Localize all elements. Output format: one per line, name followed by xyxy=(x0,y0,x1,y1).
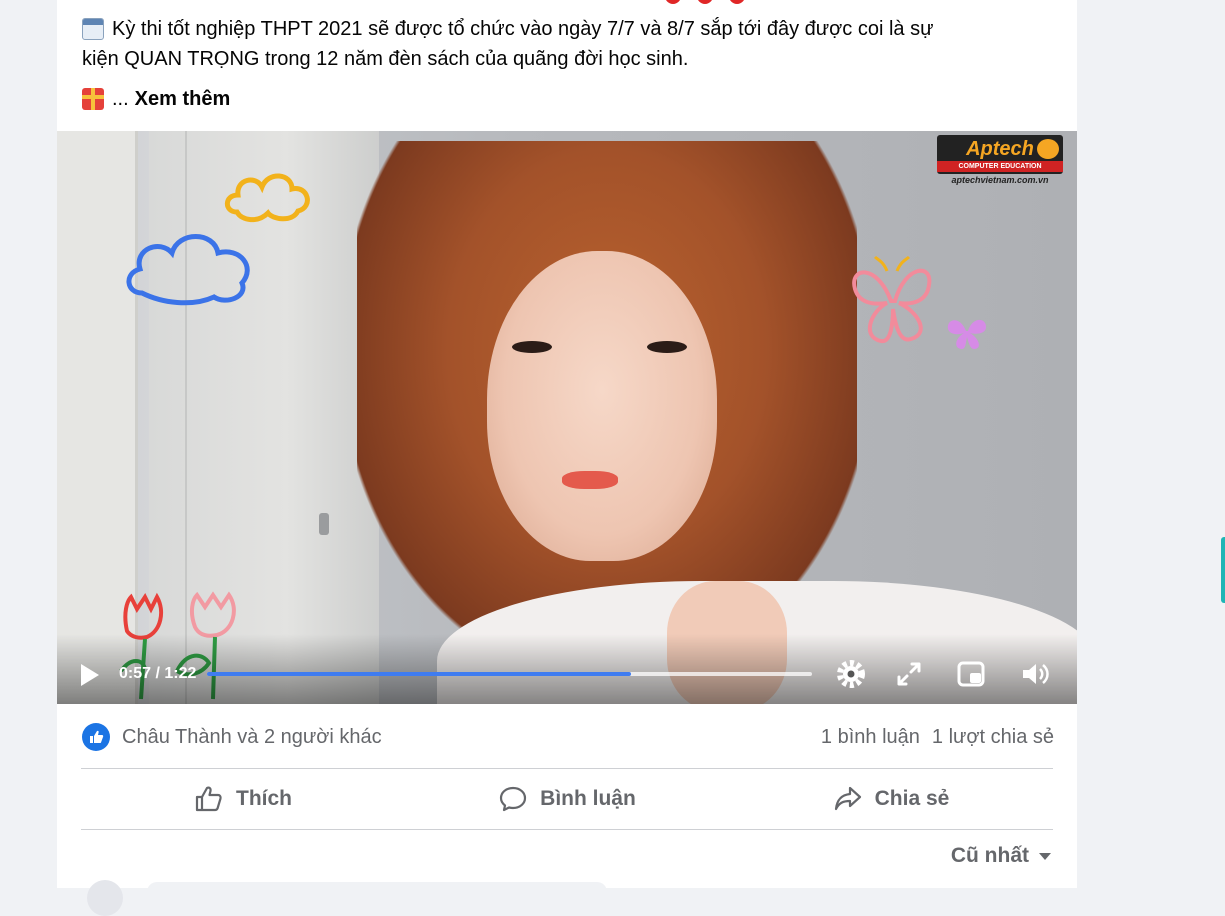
reactions-bar: Châu Thành và 2 người khác 1 bình luận 1… xyxy=(82,720,1054,754)
share-count[interactable]: 1 lượt chia sẻ xyxy=(932,726,1054,749)
like-reaction-icon xyxy=(82,723,110,751)
butterfly-doodle xyxy=(852,255,932,344)
mini-player-icon[interactable] xyxy=(955,658,987,690)
reaction-emoji-row xyxy=(665,0,745,4)
video-player[interactable]: Aptech COMPUTER EDUCATION aptechvietnam.… xyxy=(57,131,1077,704)
watermark-url: aptechvietnam.com.vn xyxy=(951,175,1049,185)
fullscreen-icon[interactable] xyxy=(893,658,925,690)
video-time: 0:57 / 1:22 xyxy=(119,665,197,682)
comment-button-label: Bình luận xyxy=(540,787,636,810)
person-in-video xyxy=(357,141,1077,704)
gift-icon xyxy=(82,88,104,110)
thumbs-up-icon xyxy=(195,786,222,812)
video-progress-bar[interactable] xyxy=(207,672,812,676)
post-text-line-2: kiện QUAN TRỌNG trong 12 năm đèn sách củ… xyxy=(82,48,689,70)
side-widget-edge[interactable] xyxy=(1221,537,1225,603)
settings-icon[interactable] xyxy=(835,658,867,690)
divider xyxy=(81,829,1053,830)
share-button[interactable]: Chia sẻ xyxy=(729,770,1053,828)
door-handle xyxy=(319,513,329,535)
post-text-line-1: Kỳ thi tốt nghiệp THPT 2021 sẽ được tổ c… xyxy=(112,18,934,40)
comment-button[interactable]: Bình luận xyxy=(405,770,729,828)
aptech-watermark: Aptech COMPUTER EDUCATION aptechvietnam.… xyxy=(937,135,1063,185)
comment-sort-label: Cũ nhất xyxy=(950,844,1029,867)
video-controls: 0:57 / 1:22 xyxy=(57,634,1077,704)
comment-input[interactable] xyxy=(147,882,607,902)
video-progress-fill xyxy=(207,672,631,676)
thumbs-up-icon xyxy=(90,730,104,743)
ellipsis: ... xyxy=(112,88,129,110)
share-icon xyxy=(834,786,861,811)
calendar-icon xyxy=(82,18,104,40)
like-button-label: Thích xyxy=(236,787,292,810)
paw-logo-icon xyxy=(1037,139,1059,159)
volume-icon[interactable] xyxy=(1019,658,1051,690)
post-actions: Thích Bình luận Chia sẻ xyxy=(81,770,1053,828)
like-button[interactable]: Thích xyxy=(81,770,405,828)
comment-sort-dropdown[interactable]: Cũ nhất xyxy=(951,844,1051,868)
likers-text[interactable]: Châu Thành và 2 người khác xyxy=(122,726,382,749)
small-butterfly-doodle xyxy=(947,319,986,349)
see-more-link[interactable]: Xem thêm xyxy=(135,84,231,114)
comment-icon xyxy=(500,786,527,812)
post-card: Kỳ thi tốt nghiệp THPT 2021 sẽ được tổ c… xyxy=(57,0,1077,916)
post-text: Kỳ thi tốt nghiệp THPT 2021 sẽ được tổ c… xyxy=(82,14,1062,114)
blue-cloud-doodle xyxy=(126,234,250,306)
comment-count[interactable]: 1 bình luận xyxy=(821,726,920,749)
divider xyxy=(81,768,1053,769)
share-button-label: Chia sẻ xyxy=(874,787,950,810)
avatar[interactable] xyxy=(87,880,123,916)
play-icon[interactable] xyxy=(81,664,99,686)
watermark-tagline: COMPUTER EDUCATION xyxy=(937,161,1063,172)
caret-down-icon xyxy=(1039,852,1051,860)
yellow-cloud-doodle xyxy=(224,173,310,223)
